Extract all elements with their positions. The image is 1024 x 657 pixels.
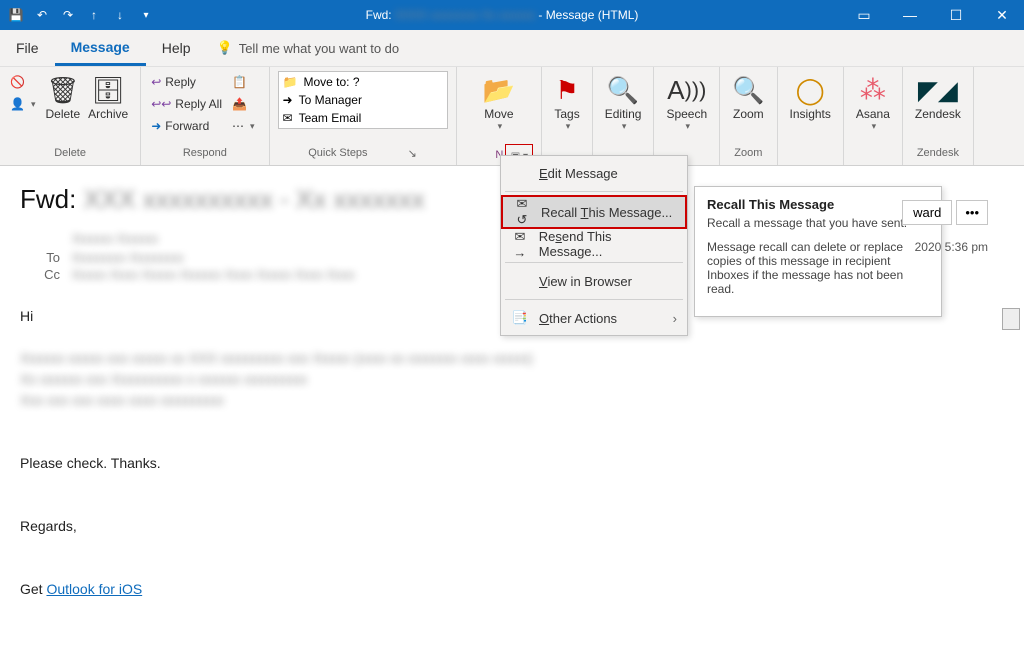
editing-button[interactable]: 🔍Editing▾ (605, 73, 642, 132)
outlook-ios-link[interactable]: Outlook for iOS (46, 581, 142, 597)
to-label: To (20, 250, 60, 265)
read-aloud-icon: A))) (667, 73, 706, 107)
reply-all-button[interactable]: ↩↩Reply All (149, 93, 224, 115)
minimize-icon[interactable]: — (888, 0, 932, 30)
quick-access-toolbar: 💾 ↶ ↷ ↑ ↓ ▾ (0, 7, 162, 23)
body-get-outlook: Get Outlook for iOS (20, 579, 1004, 600)
zoom-icon: 🔍 (732, 73, 764, 107)
scrollbar-thumb[interactable] (1002, 308, 1020, 330)
window-controls: ▭ — ☐ ✕ (842, 0, 1024, 30)
move-button[interactable]: 📂 Move ▾ (483, 73, 515, 132)
group-insights: ◯Insights (778, 67, 844, 165)
body-please-check: Please check. Thanks. (20, 453, 1004, 474)
group-tags: ⚑Tags▾ (542, 67, 592, 165)
group-move: 📂 Move ▾ Move N ▣ ▾ (457, 67, 543, 165)
ribbon-display-icon[interactable]: ▭ (842, 0, 886, 30)
body-blurred-2: Xx xxxxxx xxx Xxxxxxxxxx x xxxxxx xxxxxx… (20, 369, 1004, 390)
speech-button[interactable]: A)))Speech▾ (666, 73, 707, 132)
more-actions-pill-button[interactable]: ••• (956, 200, 988, 225)
tab-message[interactable]: Message (55, 31, 146, 66)
chevron-down-icon: ▾ (498, 121, 503, 132)
title-suffix: - Message (HTML) (538, 8, 638, 22)
junk-button[interactable]: 👤▾ (8, 93, 37, 115)
forward-pill-button[interactable]: ward (902, 200, 952, 225)
ribbon-tabs: File Message Help 💡 Tell me what you wan… (0, 30, 1024, 67)
group-label: Zoom (728, 147, 768, 163)
ribbon: 🚫 👤▾ 🗑 Delete 🗄 Archive Delete ↩Reply ↩↩… (0, 67, 1024, 166)
message-date: 2020 5:36 pm (915, 240, 988, 254)
insights-button[interactable]: ◯Insights (790, 73, 831, 121)
to-value-blurred: Xxxxxxxx Xxxxxxxx (72, 250, 184, 265)
cc-row: Cc Xxxxx Xxxx Xxxxx Xxxxxx Xxxx Xxxxx Xx… (20, 267, 1004, 282)
window-title: Fwd: XXXX xxxxxxxx Xx xxxxxx - Message (… (162, 8, 842, 22)
meeting-button[interactable]: 📋 (230, 71, 257, 93)
quick-step-team-email[interactable]: ✉Team Email (281, 110, 445, 126)
quick-step-to-manager[interactable]: ➜To Manager (281, 92, 445, 108)
search-paper-icon: 🔍 (607, 73, 639, 107)
insights-icon: ◯ (796, 73, 825, 107)
subject-blurred: XXX xxxxxxxxxx - Xx xxxxxxx (84, 184, 425, 214)
flag-icon: ⚑ (555, 73, 578, 107)
message-body: Hi Xxxxxx xxxxx xxx xxxxx xx XXX xxxxxxx… (20, 306, 1004, 600)
qat-dropdown-icon[interactable]: ▾ (138, 7, 154, 23)
body-greeting: Hi (20, 306, 1004, 327)
undo-icon[interactable]: ↶ (34, 7, 50, 23)
archive-button[interactable]: 🗄 Archive (88, 73, 128, 121)
sender-name-blurred: Xxxxxx Xxxxxx (20, 231, 1004, 246)
reply-forward-bar: ward ••• (902, 200, 988, 225)
asana-icon: ⁂ (860, 73, 886, 107)
group-quick-steps: 📁Move to: ? ➜To Manager ✉Team Email Quic… (270, 67, 457, 165)
title-prefix: Fwd: (366, 8, 392, 22)
group-zendesk: ◤◢Zendesk Zendesk (903, 67, 974, 165)
more-respond-button[interactable]: ⋯▾ (230, 115, 257, 137)
lightbulb-icon: 💡 (217, 40, 233, 56)
title-bar: 💾 ↶ ↷ ↑ ↓ ▾ Fwd: XXXX xxxxxxxx Xx xxxxxx… (0, 0, 1024, 30)
group-label: Zendesk (911, 147, 965, 163)
asana-button[interactable]: ⁂Asana▾ (856, 73, 890, 132)
zoom-button[interactable]: 🔍Zoom (732, 73, 764, 121)
group-delete: 🚫 👤▾ 🗑 Delete 🗄 Archive Delete (0, 67, 141, 165)
body-blurred-1: Xxxxxx xxxxx xxx xxxxx xx XXX xxxxxxxxx … (20, 348, 1004, 369)
cc-label: Cc (20, 267, 60, 282)
ignore-button[interactable]: 🚫 (8, 71, 37, 93)
group-label: Respond (149, 147, 260, 163)
group-label: Quick Steps↘ (278, 147, 448, 163)
redo-icon[interactable]: ↷ (60, 7, 76, 23)
tab-help[interactable]: Help (146, 32, 207, 64)
next-icon[interactable]: ↓ (112, 7, 128, 23)
quick-steps-gallery[interactable]: 📁Move to: ? ➜To Manager ✉Team Email (278, 71, 448, 129)
maximize-icon[interactable]: ☐ (934, 0, 978, 30)
reply-button[interactable]: ↩Reply (149, 71, 224, 93)
close-icon[interactable]: ✕ (980, 0, 1024, 30)
share-button[interactable]: 📤 (230, 93, 257, 115)
message-content: Fwd: XXX xxxxxxxxxx - Xx xxxxxxx ward ••… (0, 166, 1024, 600)
title-subject-blurred: XXXX xxxxxxxx Xx xxxxxx (395, 8, 535, 22)
folder-move-icon: 📂 (483, 73, 515, 107)
message-subject: Fwd: XXX xxxxxxxxxx - Xx xxxxxxx (20, 184, 1004, 215)
group-editing: 🔍Editing▾ (593, 67, 655, 165)
tab-file[interactable]: File (0, 32, 55, 64)
dialog-launcher-icon[interactable]: ↘ (408, 147, 417, 163)
group-speech: A)))Speech▾ (654, 67, 720, 165)
group-asana: ⁂Asana▾ (844, 67, 903, 165)
to-row: To Xxxxxxxx Xxxxxxxx (20, 250, 1004, 265)
tags-button[interactable]: ⚑Tags▾ (554, 73, 579, 132)
delete-button[interactable]: 🗑 Delete (45, 73, 80, 121)
quick-step-move-to[interactable]: 📁Move to: ? (281, 74, 445, 90)
save-icon[interactable]: 💾 (8, 7, 24, 23)
group-label: Delete (8, 147, 132, 163)
zendesk-button[interactable]: ◤◢Zendesk (915, 73, 961, 121)
tell-me-field[interactable]: Tell me what you want to do (239, 41, 399, 56)
body-blurred-3: Xxx xxx xxx xxxx xxxx xxxxxxxxx (20, 390, 1004, 411)
group-respond: ↩Reply ↩↩Reply All ➜Forward 📋 📤 ⋯▾ Respo… (141, 67, 269, 165)
forward-button[interactable]: ➜Forward (149, 115, 224, 137)
body-regards: Regards, (20, 516, 1004, 537)
cc-value-blurred: Xxxxx Xxxx Xxxxx Xxxxxx Xxxx Xxxxx Xxxx … (72, 267, 355, 282)
zendesk-icon: ◤◢ (918, 73, 958, 107)
archive-icon: 🗄 (92, 73, 125, 107)
group-zoom: 🔍Zoom Zoom (720, 67, 777, 165)
prev-icon[interactable]: ↑ (86, 7, 102, 23)
trash-icon: 🗑 (46, 73, 79, 107)
